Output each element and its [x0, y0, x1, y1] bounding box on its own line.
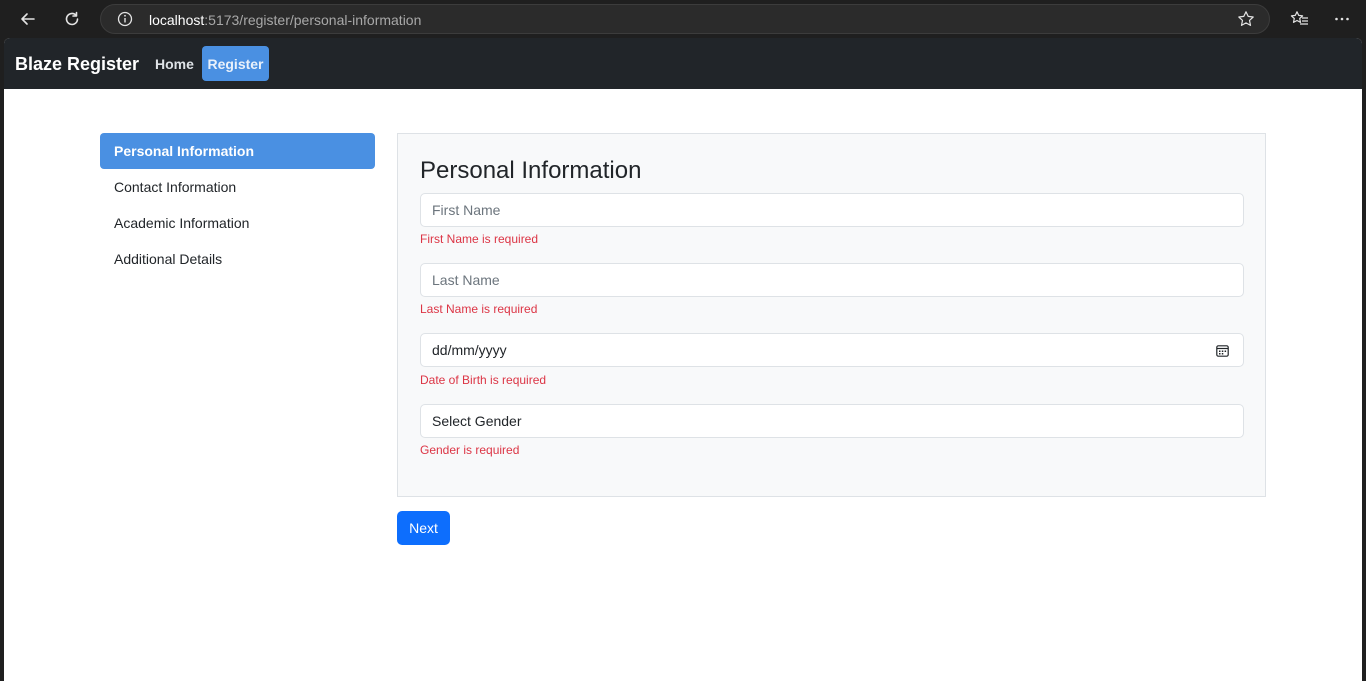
brand-logo[interactable]: Blaze Register [15, 54, 139, 75]
back-icon[interactable] [14, 5, 42, 33]
favorites-icon[interactable] [1286, 5, 1314, 33]
url-text: localhost:5173/register/personal-informa… [149, 12, 421, 28]
first-name-input[interactable]: First Name [420, 193, 1244, 227]
page-viewport: Blaze Register Home Register Personal In… [4, 38, 1362, 681]
gender-error: Gender is required [420, 443, 520, 457]
sidebar-item-contact-information[interactable]: Contact Information [100, 169, 375, 205]
form-title: Personal Information [420, 157, 642, 184]
date-of-birth-input[interactable]: dd/mm/yyyy [420, 333, 1244, 367]
info-icon[interactable] [117, 11, 133, 27]
reload-icon[interactable] [58, 5, 86, 33]
top-navbar: Blaze Register Home Register [4, 38, 1362, 89]
last-name-error: Last Name is required [420, 302, 538, 316]
more-icon[interactable] [1328, 5, 1356, 33]
next-button[interactable]: Next [397, 511, 450, 545]
date-of-birth-display: dd/mm/yyyy [432, 342, 507, 358]
sidebar-item-academic-information[interactable]: Academic Information [100, 205, 375, 241]
sidebar-item-additional-details[interactable]: Additional Details [100, 241, 375, 277]
sidebar-item-personal-information[interactable]: Personal Information [100, 133, 375, 169]
star-icon[interactable] [1237, 10, 1255, 28]
gender-select[interactable]: Select Gender [420, 404, 1244, 438]
personal-information-form: Personal Information First Name First Na… [397, 133, 1266, 497]
url-host: localhost [149, 12, 205, 28]
date-of-birth-error: Date of Birth is required [420, 373, 547, 387]
nav-link-register[interactable]: Register [202, 46, 269, 81]
browser-chrome: localhost:5173/register/personal-informa… [0, 0, 1366, 38]
url-path: :5173/register/personal-information [204, 12, 422, 28]
nav-link-home[interactable]: Home [148, 46, 201, 81]
first-name-error: First Name is required [420, 232, 539, 246]
last-name-input[interactable]: Last Name [420, 263, 1244, 297]
calendar-icon[interactable] [1216, 344, 1229, 357]
address-bar[interactable]: localhost:5173/register/personal-informa… [100, 4, 1270, 34]
